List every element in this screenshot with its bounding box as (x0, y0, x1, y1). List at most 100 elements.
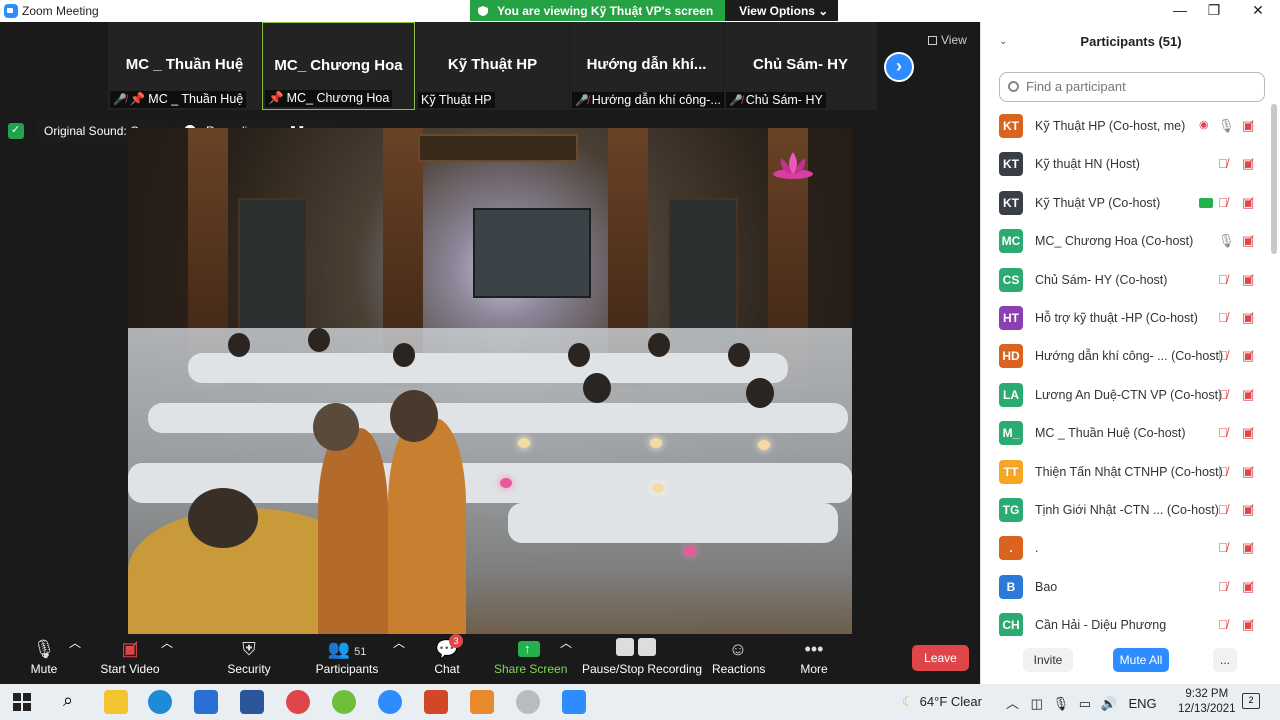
video-off-icon[interactable]: ▣̸ (1242, 348, 1254, 364)
camera-tray-icon[interactable]: ◫ (1031, 696, 1043, 711)
people-icon: 👥 51 (327, 639, 367, 659)
participant-row[interactable]: .. 🎙̸ ▣̸ (981, 530, 1273, 568)
close-button[interactable]: ✕ (1238, 1, 1278, 21)
thumbnail-tile[interactable]: Chủ Sám- HY 🎤̸ Chủ Sám- HY (724, 22, 877, 110)
video-off-icon[interactable]: ▣̸ (1242, 540, 1254, 556)
pin-icon: 📌 (268, 91, 284, 105)
participant-row[interactable]: CH Cần Hải - Diệu Phương 🎙̸ ▣̸ (981, 607, 1273, 636)
pause-stop-recording-button[interactable]: Pause/Stop Recording (582, 634, 702, 684)
search-icon[interactable]: ⌕ (56, 690, 80, 714)
participant-name: Hướng dẫn khí công- ... (Co-host) (1035, 349, 1224, 364)
volume-icon[interactable]: 🔊 (1101, 696, 1117, 711)
view-button[interactable]: View (928, 33, 967, 47)
participant-name: Cần Hải - Diệu Phương (1035, 618, 1167, 633)
video-off-icon[interactable]: ▣̸ (1242, 272, 1254, 288)
video-off-icon[interactable]: ▣̸ (1242, 387, 1254, 403)
video-off-icon[interactable]: ▣̸ (1242, 425, 1254, 441)
participant-row[interactable]: CS Chủ Sám- HY (Co-host) 🎙̸ ▣̸ (981, 262, 1273, 300)
search-input[interactable]: Find a participant (999, 72, 1265, 102)
participant-row[interactable]: B Bao 🎙̸ ▣̸ (981, 569, 1273, 607)
muted-mic-icon[interactable]: 🎙̸ (1218, 156, 1228, 171)
word-icon[interactable] (240, 690, 264, 714)
powerpoint-icon[interactable] (424, 690, 448, 714)
more-button[interactable]: ••• More (797, 634, 831, 684)
mute-all-button[interactable]: Mute All (1113, 648, 1169, 672)
muted-mic-icon[interactable]: 🎙̸ (1218, 579, 1228, 594)
video-off-icon[interactable]: ▣̸ (1242, 310, 1254, 326)
view-options-button[interactable]: View Options ⌄ (725, 0, 839, 21)
store-icon[interactable] (194, 690, 218, 714)
next-page-arrow-icon[interactable]: › (884, 52, 914, 82)
reactions-button[interactable]: ☺ Reactions (712, 634, 765, 684)
video-off-icon[interactable]: ▣̸ (1242, 617, 1254, 633)
participant-row[interactable]: KT Kỹ Thuật HP (Co-host, me) ◉ 🎙 ▣̸ (981, 108, 1273, 146)
video-options-chevron-icon[interactable]: ︿ (161, 634, 173, 684)
scene-window (238, 198, 308, 348)
participant-row[interactable]: TT Thiện Tấn Nhật CTNHP (Co-host) 🎙̸ ▣̸ (981, 454, 1273, 492)
scene-head (390, 390, 438, 442)
participant-row[interactable]: LA Lương An Duệ-CTN VP (Co-host) 🎙̸ ▣̸ (981, 377, 1273, 415)
participant-row[interactable]: MC MC_ Chương Hoa (Co-host) 🎙 ▣̸ (981, 223, 1273, 261)
muted-mic-icon[interactable]: 🎙̸ (1218, 617, 1228, 632)
video-off-icon[interactable]: ▣̸ (1242, 233, 1254, 249)
video-off-icon[interactable]: ▣̸ (1242, 118, 1254, 134)
notification-icon[interactable]: 2 (1242, 693, 1260, 709)
participant-row[interactable]: M_ MC _ Thuần Huệ (Co-host) 🎙̸ ▣̸ (981, 415, 1273, 453)
taskbar-clock[interactable]: 9:32 PM 12/13/2021 (1178, 687, 1236, 717)
participants-button[interactable]: 👥 51 Participants (314, 634, 380, 684)
file-explorer-icon[interactable] (104, 690, 128, 714)
scene-head (583, 373, 611, 403)
invite-button[interactable]: Invite (1023, 648, 1073, 672)
security-button[interactable]: ⛨ Security (226, 634, 272, 684)
microphone-icon[interactable]: 🎙 (1218, 118, 1235, 134)
participant-row[interactable]: KT Kỹ Thuật VP (Co-host) 🎙̸ ▣̸ (981, 185, 1273, 223)
muted-mic-icon[interactable]: 🎙̸ (1218, 310, 1228, 325)
muted-mic-icon[interactable]: 🎙̸ (1218, 387, 1228, 402)
panel-more-button[interactable]: ... (1213, 648, 1237, 672)
leave-button[interactable]: Leave (912, 645, 969, 671)
video-off-icon[interactable]: ▣̸ (1242, 502, 1254, 518)
panel-scrollbar[interactable] (1271, 104, 1277, 254)
mute-button[interactable]: 🎙 Mute (22, 634, 66, 684)
video-off-icon[interactable]: ▣̸ (1242, 579, 1254, 595)
share-options-chevron-icon[interactable]: ︿ (560, 634, 572, 684)
network-icon[interactable]: ▭ (1079, 696, 1091, 711)
participant-row[interactable]: HD Hướng dẫn khí công- ... (Co-host) 🎙̸ ▣̸ (981, 338, 1273, 376)
maximize-button[interactable]: ❐ (1194, 1, 1234, 21)
muted-mic-icon[interactable]: 🎙̸ (1218, 272, 1228, 287)
participant-row[interactable]: HT Hỗ trợ kỹ thuật -HP (Co-host) 🎙̸ ▣̸ (981, 300, 1273, 338)
share-screen-button[interactable]: Share Screen (494, 634, 567, 684)
coccoc-browser-icon[interactable] (332, 690, 356, 714)
video-off-icon[interactable]: ▣̸ (1242, 156, 1254, 172)
disc-app-icon[interactable] (516, 690, 540, 714)
windows-start-icon[interactable] (10, 690, 34, 714)
zalo-icon[interactable] (378, 690, 402, 714)
weather-widget[interactable]: ☾ 64°F Clear (902, 694, 982, 710)
muted-mic-icon[interactable]: 🎙̸ (1218, 502, 1228, 517)
thumbnail-tile[interactable]: MC _ Thuần Huệ 🎤̸ 📌 MC _ Thuần Huệ (108, 22, 261, 110)
thumbnail-tile[interactable]: Hướng dẫn khí... 🎤̸ Hướng dẫn khí công-..… (570, 22, 724, 110)
chevron-up-icon[interactable]: ︿ (1006, 696, 1019, 711)
thumbnail-tile[interactable]: Kỹ Thuật HP Kỹ Thuật HP (416, 22, 569, 110)
mic-tray-icon[interactable]: 🎙 (1053, 696, 1070, 711)
share-screen-icon (518, 634, 540, 664)
microphone-icon[interactable]: 🎙 (1218, 233, 1235, 249)
mute-options-chevron-icon[interactable]: ︿ (69, 634, 81, 684)
thumbnail-tile-active[interactable]: MC_ Chương Hoa 📌 MC_ Chương Hoa (262, 22, 415, 110)
muted-mic-icon[interactable]: 🎙̸ (1218, 348, 1228, 363)
muted-mic-icon[interactable]: 🎙̸ (1218, 464, 1228, 479)
participant-row[interactable]: TG Tịnh Giới Nhật -CTN ... (Co-host) 🎙̸ ▣̸ (981, 492, 1273, 530)
zoom-taskbar-icon[interactable] (562, 690, 586, 714)
participant-row[interactable]: KT Kỹ thuật HN (Host) 🎙̸ ▣̸ (981, 146, 1273, 184)
language-indicator[interactable]: ENG (1128, 696, 1156, 711)
video-off-icon[interactable]: ▣̸ (1242, 195, 1254, 211)
start-video-button[interactable]: ▣̸ Start Video (98, 634, 162, 684)
video-off-icon[interactable]: ▣̸ (1242, 464, 1254, 480)
participants-options-chevron-icon[interactable]: ︿ (393, 634, 405, 684)
chrome-icon[interactable] (286, 690, 310, 714)
edge-browser-icon[interactable] (148, 690, 172, 714)
muted-mic-icon[interactable]: 🎙̸ (1218, 425, 1228, 440)
muted-mic-icon[interactable]: 🎙̸ (1218, 540, 1228, 555)
media-player-icon[interactable] (470, 690, 494, 714)
muted-mic-icon[interactable]: 🎙̸ (1218, 195, 1228, 210)
